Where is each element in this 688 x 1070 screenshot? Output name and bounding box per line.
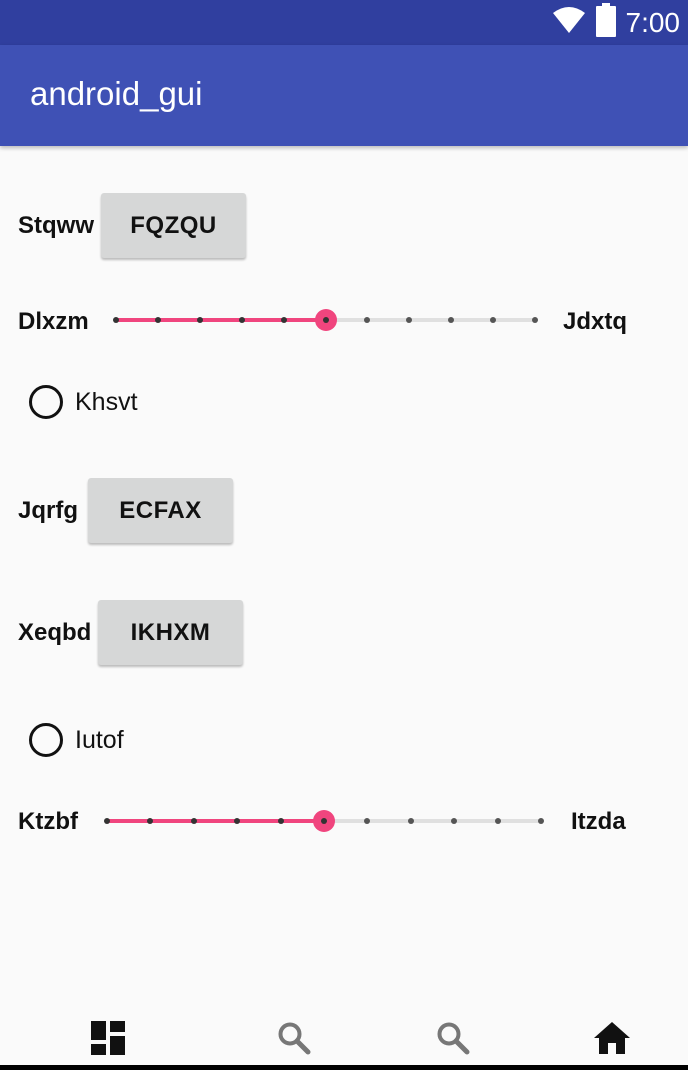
dashboard-icon [91, 1020, 125, 1060]
battery-icon [595, 3, 616, 42]
row-label-stqww: Stqww [18, 212, 94, 239]
search-icon [277, 1021, 311, 1060]
row-label-xeqbd: Xeqbd [18, 619, 92, 646]
slider-tick [448, 317, 455, 323]
fqzqu-button[interactable]: FQZQU [101, 193, 246, 258]
slider-tick [406, 317, 413, 323]
ecfax-button[interactable]: ECFAX [88, 478, 233, 543]
slider-thumb[interactable] [314, 309, 337, 331]
slider-tick [277, 818, 284, 824]
radio-label-iutof: Iutof [75, 726, 124, 754]
slider-tick [532, 317, 538, 323]
bottom-navigation [0, 1015, 688, 1065]
row-label-jqrfg: Jqrfg [18, 497, 78, 524]
slider-tick [280, 317, 287, 323]
status-time: 7:00 [625, 6, 681, 38]
slider-tick [451, 818, 458, 824]
radio-label-khsvt: Khsvt [75, 388, 138, 416]
wifi-icon [552, 6, 586, 39]
slider-max-label-jdxtq: Jdxtq [563, 308, 628, 335]
slider-tick [490, 317, 497, 323]
slider-track-fill [116, 318, 326, 322]
radio-button-khsvt[interactable] [29, 385, 63, 419]
slider-max-label-itzda: Itzda [571, 808, 626, 835]
slider-thumb[interactable] [313, 810, 335, 832]
slider-track-fill [107, 819, 324, 823]
slider-tick [154, 317, 161, 323]
slider-tick [494, 818, 501, 824]
radio-button-iutof[interactable] [29, 723, 63, 757]
seek-bar-1[interactable] [113, 305, 538, 335]
app-title: android_gui [30, 75, 203, 112]
nav-search-1[interactable] [264, 1015, 324, 1065]
app-bar: android_gui [0, 45, 688, 146]
ikhxm-button[interactable]: IKHXM [98, 600, 243, 665]
slider-tick [364, 818, 371, 824]
slider-min-label-dlxzm: Dlxzm [18, 308, 89, 335]
slider-tick [104, 818, 110, 824]
slider-tick [113, 317, 119, 323]
seek-bar-2[interactable] [104, 806, 544, 836]
home-icon [594, 1021, 630, 1059]
nav-home[interactable] [582, 1015, 642, 1065]
slider-tick [238, 317, 245, 323]
nav-dashboard[interactable] [78, 1015, 138, 1065]
slider-tick [190, 818, 197, 824]
bottom-edge [0, 1065, 688, 1070]
nav-search-2[interactable] [423, 1015, 483, 1065]
status-bar: 7:00 [0, 0, 688, 45]
slider-tick [407, 818, 414, 824]
slider-tick [147, 818, 154, 824]
slider-tick [234, 818, 241, 824]
slider-min-label-ktzbf: Ktzbf [18, 808, 78, 835]
slider-tick [364, 317, 371, 323]
slider-tick [538, 818, 544, 824]
search-icon [436, 1021, 470, 1060]
slider-tick [196, 317, 203, 323]
